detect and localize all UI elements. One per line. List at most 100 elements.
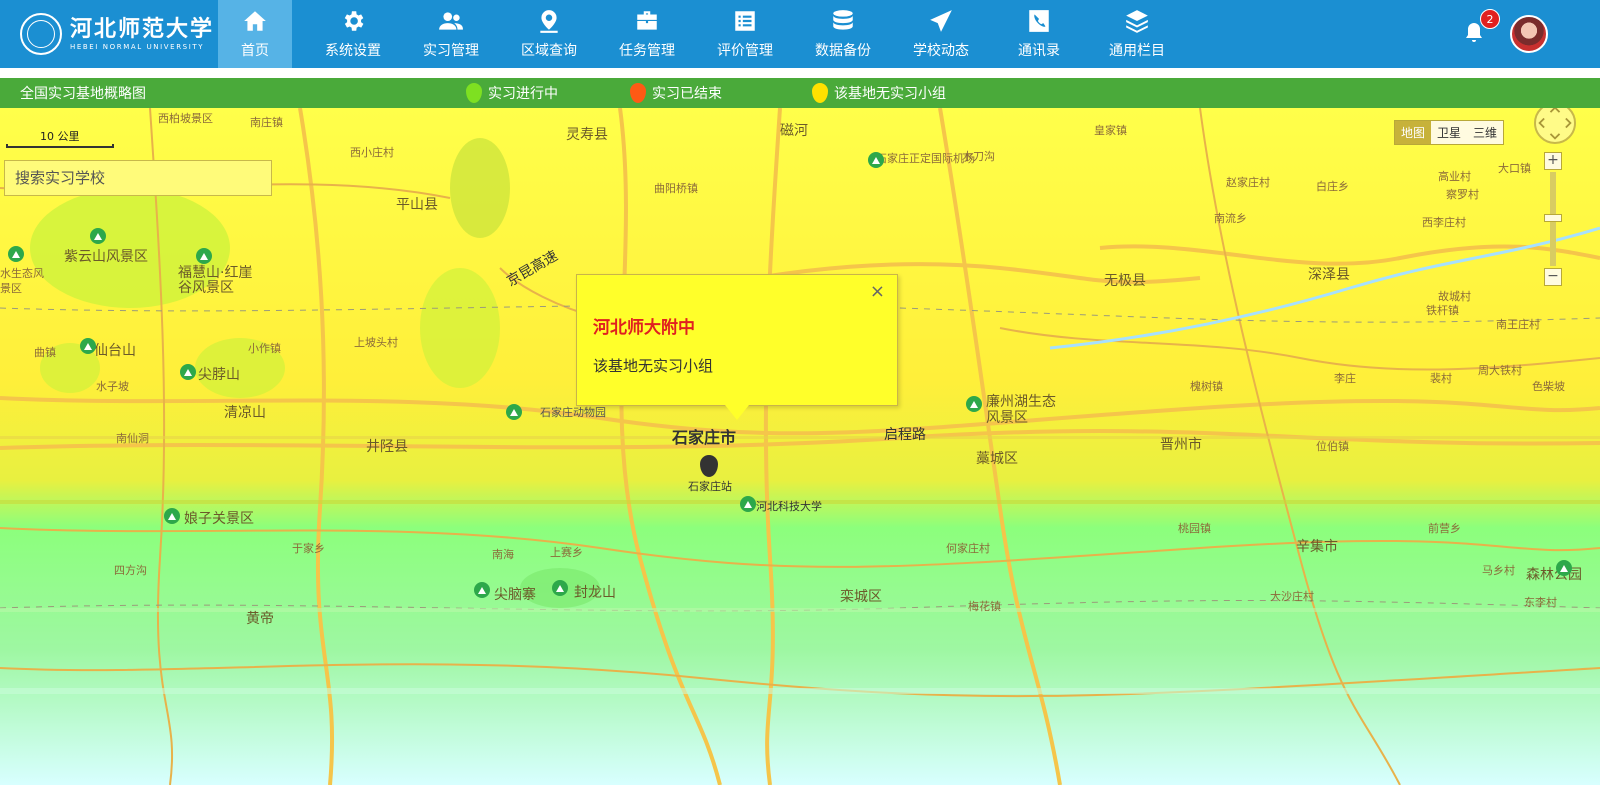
school-search-input[interactable] <box>4 160 272 196</box>
zoo-icon <box>506 404 522 420</box>
place-label: 四方沟 <box>114 564 147 577</box>
scenic-area-icon <box>180 364 196 380</box>
users-icon <box>439 12 463 30</box>
place-label: 黄帝 <box>246 611 274 627</box>
scenic-area-icon <box>90 228 106 244</box>
place-label: 深泽县 <box>1308 267 1350 283</box>
nav-item-school-news[interactable]: 学校动态 <box>892 0 990 68</box>
place-label: 福慧山·红崖谷风景区 <box>178 265 253 296</box>
brand-name-cn: 河北师范大学 <box>70 16 215 42</box>
nav-item-label: 通讯录 <box>1018 43 1060 59</box>
place-label: 南王庄村 <box>1496 318 1540 331</box>
place-label: 藁城区 <box>976 451 1018 467</box>
scenic-area-icon <box>552 580 568 596</box>
list-card-icon <box>735 11 755 31</box>
place-label: 裴村 <box>1430 372 1452 385</box>
place-label: 娘子关景区 <box>184 511 254 527</box>
place-label: 南海 <box>492 548 514 561</box>
green-pin-icon <box>466 83 482 103</box>
briefcase-icon <box>637 11 657 30</box>
scenic-area-icon <box>196 248 212 264</box>
place-label: 西柏坡景区 <box>158 112 213 125</box>
place-label: 上坡头村 <box>354 336 398 349</box>
place-label: 仙台山 <box>94 343 136 359</box>
map-legend-bar: 全国实习基地概略图 实习进行中 实习已结束 该基地无实习小组 <box>0 78 1600 108</box>
place-label: 晋州市 <box>1160 437 1202 453</box>
university-icon <box>740 496 756 512</box>
user-avatar[interactable] <box>1510 15 1548 53</box>
place-label: 河北科技大学 <box>756 500 822 513</box>
nav-item-data-backup[interactable]: 数据备份 <box>794 0 892 68</box>
nav-item-internship-management[interactable]: 实习管理 <box>402 0 500 68</box>
map-pin-icon <box>540 10 558 33</box>
phone-icon <box>1029 10 1049 32</box>
place-label: 辛集市 <box>1296 539 1338 555</box>
scenic-area-icon <box>8 246 24 262</box>
map-zoom-control: + − <box>1544 152 1562 286</box>
place-label: 大口镇 <box>1498 162 1531 175</box>
map-type-satellite[interactable]: 卫星 <box>1431 121 1468 144</box>
place-label: 赵家庄村 <box>1226 176 1270 189</box>
place-label: 铁杆镇 <box>1426 304 1459 317</box>
nav-item-system-settings[interactable]: 系统设置 <box>304 0 402 68</box>
place-label: 石家庄动物园 <box>540 406 606 419</box>
place-label: 石家庄正定国际机场 <box>876 152 975 165</box>
place-label: 平山县 <box>396 197 438 213</box>
place-label: 李庄 <box>1334 372 1356 385</box>
place-label: 启程路 <box>884 427 926 443</box>
nav-item-task-management[interactable]: 任务管理 <box>598 0 696 68</box>
zoom-slider-thumb[interactable] <box>1544 214 1562 222</box>
map-type-switcher: 地图 卫星 三维 <box>1394 120 1505 145</box>
map-canvas[interactable]: 10 公里 地图 卫星 三维 + − 西柏坡景区 南庄镇 灵寿县 磁河 皇家镇 … <box>0 108 1600 785</box>
nav-item-evaluation-management[interactable]: 评价管理 <box>696 0 794 68</box>
notification-bell[interactable]: 2 <box>1462 9 1500 47</box>
nav-item-general-column[interactable]: 通用栏目 <box>1088 0 1186 68</box>
place-label: 高业村 <box>1438 170 1471 183</box>
university-seal-icon <box>20 13 62 55</box>
legend-item-finished: 实习已结束 <box>630 83 722 103</box>
map-type-3d[interactable]: 三维 <box>1467 121 1504 144</box>
place-label: 梅花镇 <box>968 600 1001 613</box>
place-label: 曲镇 <box>34 346 56 359</box>
place-label: 马乡村 <box>1482 564 1515 577</box>
map-type-map[interactable]: 地图 <box>1395 121 1432 144</box>
place-label: 紫云山风景区 <box>64 249 148 265</box>
place-label: 栾城区 <box>840 589 882 605</box>
place-label: 南流乡 <box>1214 212 1247 225</box>
info-window-description: 该基地无实习小组 <box>593 357 714 375</box>
place-label: 前营乡 <box>1428 522 1461 535</box>
scenic-area-icon <box>1556 560 1572 576</box>
nav-menu: 首页 系统设置 实习管理 区域查询 任务管理 评价管理 数据备份 学校动态 通讯… <box>218 0 1186 68</box>
nav-item-label: 任务管理 <box>619 43 675 59</box>
place-label: 清凉山 <box>224 405 266 421</box>
place-label: 尖脑寨 <box>494 587 536 603</box>
place-label: 桃园镇 <box>1178 522 1211 535</box>
map-title: 全国实习基地概略图 <box>20 86 146 102</box>
brand-logo[interactable]: 河北师范大学 HEBEI NORMAL UNIVERSITY <box>0 0 218 68</box>
nav-item-region-query[interactable]: 区域查询 <box>500 0 598 68</box>
nav-item-home[interactable]: 首页 <box>218 0 292 68</box>
airport-icon <box>868 152 884 168</box>
orange-pin-icon <box>630 83 646 103</box>
nav-item-contacts[interactable]: 通讯录 <box>990 0 1088 68</box>
place-label: 无极县 <box>1104 273 1146 289</box>
place-label: 东李村 <box>1524 596 1557 609</box>
place-label: 上赛乡 <box>550 546 583 559</box>
info-window-close-button[interactable]: × <box>870 281 885 302</box>
map-pan-control[interactable] <box>1534 108 1576 144</box>
database-icon <box>833 10 853 30</box>
place-label: 西李庄村 <box>1422 216 1466 229</box>
place-label: 森林公园 <box>1526 567 1582 583</box>
place-label: 南庄镇 <box>250 116 283 129</box>
nav-item-label: 首页 <box>241 43 269 59</box>
zoom-out-button[interactable]: − <box>1544 268 1562 286</box>
zoom-in-button[interactable]: + <box>1544 152 1562 170</box>
place-label: 井陉县 <box>366 439 408 455</box>
scenic-area-icon <box>966 396 982 412</box>
place-label: 位伯镇 <box>1316 440 1349 453</box>
place-label: 皇家镇 <box>1094 124 1127 137</box>
place-label: 灵寿县 <box>566 127 608 143</box>
nav-item-label: 学校动态 <box>913 43 969 59</box>
nav-item-label: 通用栏目 <box>1109 43 1165 59</box>
scenic-area-icon <box>474 582 490 598</box>
